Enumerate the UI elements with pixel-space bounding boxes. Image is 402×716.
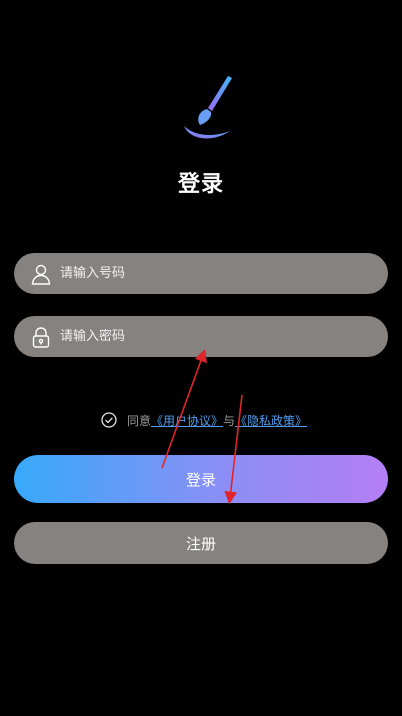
login-button[interactable]: 登录 (14, 455, 388, 503)
page-title: 登录 (177, 172, 224, 197)
check-circle-icon[interactable] (101, 412, 117, 428)
app-logo-icon (180, 75, 236, 147)
password-field[interactable] (14, 316, 388, 357)
user-icon (30, 263, 52, 285)
user-agreement-link[interactable]: 《用户协议》 (151, 412, 223, 429)
agreement-prefix: 同意 (126, 413, 151, 428)
phone-field[interactable] (14, 253, 388, 294)
lock-icon (30, 326, 52, 348)
register-button[interactable]: 注册 (14, 522, 388, 564)
agreement-joiner: 与 (223, 413, 236, 428)
privacy-policy-link[interactable]: 《隐私政策》 (235, 412, 307, 429)
phone-input[interactable] (60, 266, 388, 281)
password-input[interactable] (60, 329, 388, 344)
agreement-row: 同意 《用户协议》 与 《隐私政策》 (0, 410, 402, 430)
